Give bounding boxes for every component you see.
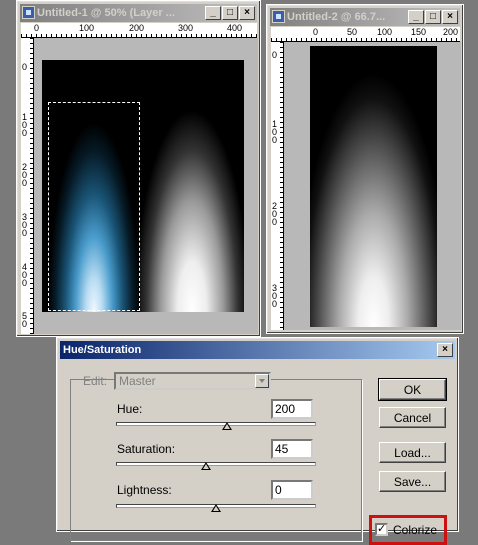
chevron-down-icon[interactable] <box>255 374 269 388</box>
colorize-label[interactable]: Colorize <box>393 523 437 537</box>
minimize-button[interactable]: _ <box>205 6 221 20</box>
ruler-tick-label: 400 <box>227 23 243 33</box>
lightness-field[interactable]: 0 <box>271 480 313 500</box>
document-window-1[interactable]: Untitled-1 @ 50% (Layer ... _ □ × 0 100 … <box>16 0 261 337</box>
canvas-image-1[interactable] <box>42 60 244 312</box>
maximize-button[interactable]: □ <box>222 6 238 20</box>
cancel-button[interactable]: Cancel <box>379 407 446 428</box>
colorize-checkbox[interactable]: ✓ <box>375 523 388 536</box>
ruler-tick-label: 0 <box>313 27 319 37</box>
saturation-field[interactable]: 45 <box>271 439 313 459</box>
window-1-title: Untitled-1 @ 50% (Layer ... <box>37 7 175 19</box>
canvas-area-2[interactable] <box>284 42 461 330</box>
saturation-slider-thumb[interactable] <box>201 462 211 470</box>
ruler-tick-label: 0 <box>272 50 278 60</box>
ruler-tick-label: 300 <box>178 23 194 33</box>
ruler-tick-label: 3 0 0 <box>272 283 278 309</box>
top-ruler: 0 50 100 150 200 <box>271 27 460 42</box>
window-2-titlebar[interactable]: Untitled-2 @ 66.7... _ □ × <box>270 8 460 26</box>
save-button[interactable]: Save... <box>379 471 446 492</box>
lightness-label: Lightness: <box>117 483 172 497</box>
ruler-tick-label: 0 <box>34 23 40 33</box>
white-gradient-column <box>140 60 244 312</box>
ruler-tick-label: 5 0 <box>22 311 28 329</box>
photoshop-icon <box>22 5 35 19</box>
dialog-titlebar[interactable]: Hue/Saturation × <box>60 341 455 359</box>
hue-slider[interactable] <box>116 422 316 426</box>
hue-saturation-dialog[interactable]: Hue/Saturation × Edit: Master Hue: 200 S… <box>56 337 459 545</box>
ruler-tick-label: 150 <box>411 27 427 37</box>
ruler-tick-label: 1 0 0 <box>272 119 278 145</box>
ruler-tick-label: 200 <box>443 27 459 37</box>
left-ruler: 0 1 0 0 2 0 0 3 0 0 <box>271 42 284 330</box>
selection-marquee[interactable] <box>48 102 140 311</box>
ruler-tick-label: 0 <box>22 62 28 72</box>
ruler-tick-label: 50 <box>347 27 358 37</box>
ok-button[interactable]: OK <box>378 378 447 401</box>
canvas-area-1[interactable] <box>34 38 258 334</box>
dialog-title: Hue/Saturation <box>63 344 142 356</box>
hue-label: Hue: <box>117 402 143 416</box>
photoshop-icon <box>272 9 285 23</box>
maximize-button[interactable]: □ <box>425 10 441 24</box>
ruler-tick-label: 2 0 0 <box>272 201 278 227</box>
close-button[interactable]: × <box>239 6 255 20</box>
ruler-tick-label: 4 0 0 <box>22 262 28 288</box>
lightness-slider-thumb[interactable] <box>211 504 221 512</box>
hue-slider-thumb[interactable] <box>222 422 232 430</box>
edit-label: Edit: <box>83 374 108 388</box>
edit-select-value: Master <box>119 374 156 388</box>
edit-select[interactable]: Master <box>114 372 271 390</box>
ruler-tick-label: 3 0 0 <box>22 212 28 238</box>
canvas-image-2[interactable] <box>310 46 437 327</box>
hue-field[interactable]: 200 <box>271 399 313 419</box>
saturation-label: Saturation: <box>117 442 176 456</box>
ruler-tick-label: 1 0 0 <box>22 112 28 138</box>
ruler-tick-label: 100 <box>377 27 393 37</box>
top-ruler: 0 100 200 300 400 <box>21 23 257 38</box>
ruler-tick-label: 2 0 0 <box>22 162 28 188</box>
saturation-slider[interactable] <box>116 462 316 466</box>
left-ruler: 0 1 0 0 2 0 0 3 0 0 4 0 0 5 0 <box>21 38 34 334</box>
close-button[interactable]: × <box>437 343 453 357</box>
window-2-title: Untitled-2 @ 66.7... <box>287 11 386 23</box>
window-1-titlebar[interactable]: Untitled-1 @ 50% (Layer ... _ □ × <box>20 4 257 22</box>
ruler-tick-label: 100 <box>79 23 95 33</box>
load-button[interactable]: Load... <box>379 442 446 463</box>
close-button[interactable]: × <box>442 10 458 24</box>
document-window-2[interactable]: Untitled-2 @ 66.7... _ □ × 0 50 100 150 … <box>266 4 464 334</box>
adjustment-group <box>70 379 362 541</box>
minimize-button[interactable]: _ <box>408 10 424 24</box>
ruler-tick-label: 200 <box>129 23 145 33</box>
